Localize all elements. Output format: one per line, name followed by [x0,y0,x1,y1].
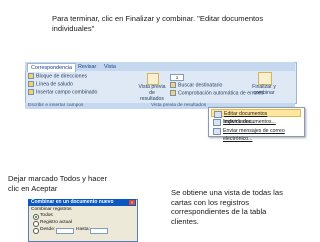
radio-registro-actual-label: Registro actual [40,220,72,225]
radio-todos[interactable] [33,214,39,220]
finish-merge-menu: Editar documentos individuales... Imprim… [208,107,305,142]
instruction-result: Se obtiene una vista de todas las cartas… [171,188,283,226]
preview-results-button[interactable]: Vista previa de resultados [137,84,167,102]
group-label-escribir: Escribir e insertar campos [28,103,84,108]
edit-documents-icon [214,111,222,118]
insertar-campo-button[interactable]: Insertar campo combinado [28,89,97,95]
group-label-vista-previa: Vista previa de resultados [151,103,207,108]
instruction-top: Para terminar, clic en Finalizar y combi… [52,14,264,33]
print-icon [213,119,221,126]
instruction-middle: Dejar marcado Todos y hacer clic en Acep… [8,174,108,193]
tab-vista[interactable]: Vista [101,63,119,71]
radio-desde-label: Desde: [40,227,56,232]
finish-merge-button[interactable]: Finalizar y combinar [244,84,284,96]
menu-item-enviar-correo[interactable]: Enviar mensajes de correo electrónico... [211,127,301,142]
tab-revisar[interactable]: Revisar [75,63,99,71]
menu-item-editar-documentos[interactable]: Editar documentos individuales... [211,109,301,125]
close-icon[interactable]: × [129,200,135,205]
insert-field-icon [28,89,34,95]
ribbon-tabs: Correspondencia Revisar Vista [25,62,295,72]
hasta-field[interactable] [90,228,108,234]
radio-registro-actual[interactable] [33,221,39,227]
address-block-icon [28,73,34,79]
dialog-title: Combinar en un documento nuevo [28,199,136,206]
email-icon [213,128,221,135]
bloque-direcciones-button[interactable]: Bloque de direcciones [28,73,87,79]
menu-item-imprimir[interactable]: Imprimir documentos... [211,118,301,126]
tab-correspondencia[interactable]: Correspondencia [27,63,77,72]
find-recipient-icon [170,82,176,88]
buscar-destinatario-button[interactable]: Buscar destinatario [170,82,222,88]
desde-field[interactable] [56,228,74,234]
hasta-label: Hasta: [76,227,90,232]
greeting-line-icon [28,81,34,87]
record-number-field[interactable]: 1 [170,74,184,81]
check-errors-icon [170,90,176,96]
radio-desde[interactable] [33,228,39,234]
radio-todos-label: Todos [40,213,53,218]
linea-saludo-button[interactable]: Línea de saludo [28,81,73,87]
